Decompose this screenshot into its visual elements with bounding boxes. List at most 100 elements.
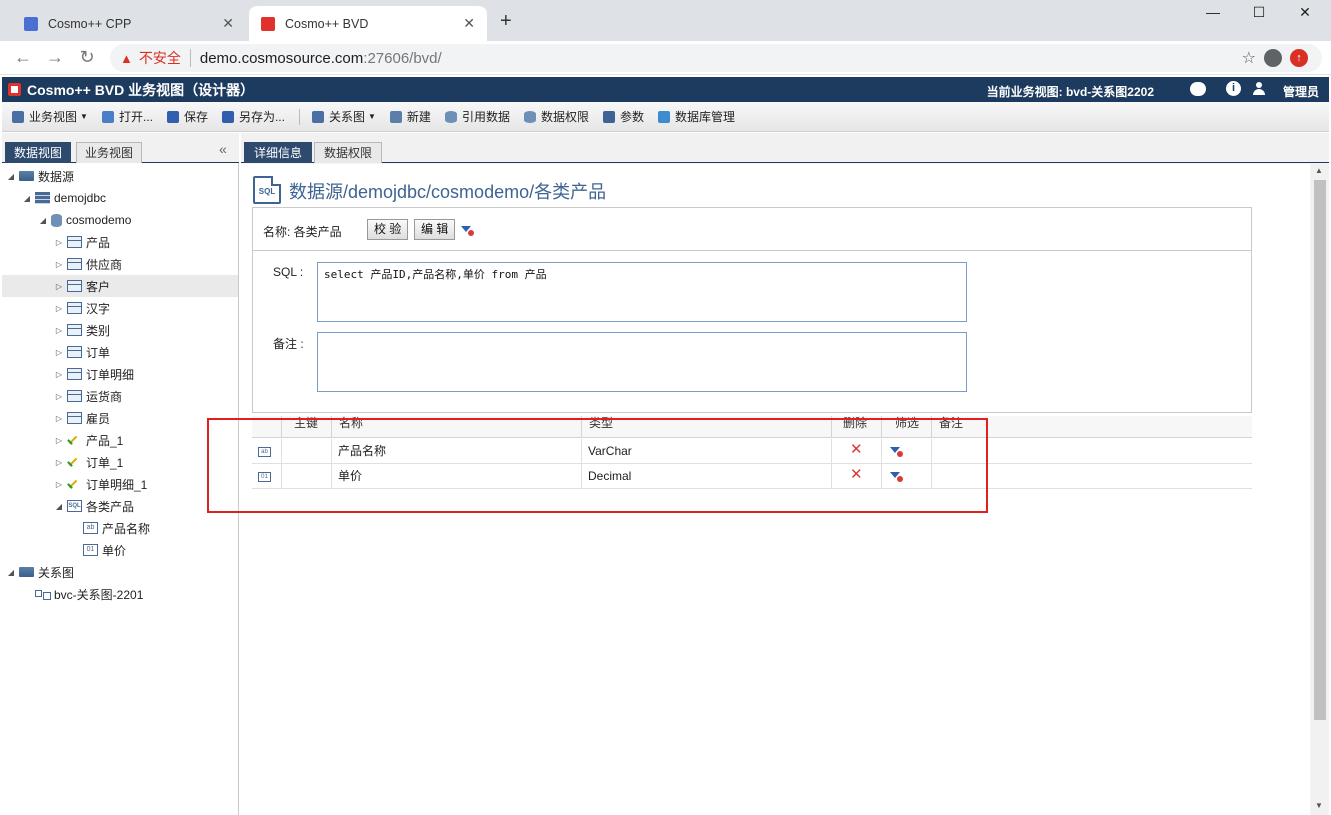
open-button[interactable]: 打开... [101,108,153,125]
info-icon[interactable]: i [1226,81,1241,96]
tree-node-query[interactable]: ▷ 订单_1 [2,451,238,473]
profile-icon[interactable] [1264,49,1282,67]
forward-icon[interactable]: → [44,47,66,68]
filter-icon[interactable] [461,226,474,236]
reload-icon[interactable]: ↻ [76,47,98,68]
tree-node-table[interactable]: ▷ 类别 [2,319,238,341]
not-secure-label[interactable]: 不安全 [139,48,181,68]
collapsed-icon[interactable]: ▷ [54,238,64,247]
collapsed-icon[interactable]: ▷ [54,436,64,445]
tree-node-db[interactable]: ◢ cosmodemo [2,209,238,231]
ref-data-button[interactable]: 引用数据 [444,108,510,125]
name-cell[interactable]: 产品名称 [332,439,582,464]
collapsed-icon[interactable]: ▷ [54,480,64,489]
relation-menu[interactable]: 关系图 ▼ [311,108,376,125]
tree-node-table[interactable]: ▷ 运货商 [2,385,238,407]
message-icon[interactable] [1190,82,1206,96]
save-button[interactable]: 保存 [166,108,208,125]
tree-node-relation-root[interactable]: ◢ 关系图 [2,561,238,583]
browser-tab-cpp[interactable]: Cosmo++ CPP ✕ [12,6,246,41]
collapse-icon[interactable]: « [219,142,227,156]
sql-textarea[interactable]: select 产品ID,产品名称,单价 from 产品 [317,262,967,322]
left-panel: 数据视图 业务视图 « ◢ 数据源 ◢ demojdbc ◢ cosmodemo ▷ 产… [2,133,239,815]
tree-node-field[interactable]: ab 产品名称 [2,517,238,539]
tree-node-table[interactable]: ▷ 汉字 [2,297,238,319]
close-window-icon[interactable]: ✕ [1283,4,1327,24]
update-icon[interactable]: ↑ [1290,49,1308,67]
tree-node-table[interactable]: ▷ 订单 [2,341,238,363]
collapsed-icon[interactable]: ▷ [54,392,64,401]
collapsed-icon[interactable]: ▷ [54,458,64,467]
minimize-icon[interactable]: — [1191,4,1235,24]
type-cell[interactable]: Decimal [582,464,832,489]
scroll-thumb[interactable] [1314,180,1326,720]
bvd-favicon-icon [261,16,275,31]
new-tab-button[interactable]: + [500,10,512,33]
user-icon[interactable] [1253,82,1265,96]
tab-details[interactable]: 详细信息 [244,142,313,163]
expand-icon[interactable]: ◢ [54,502,64,511]
user-name[interactable]: 管理员 [1283,83,1319,100]
business-view-menu[interactable]: 业务视图 ▼ [12,108,88,125]
expand-icon[interactable]: ◢ [22,194,32,203]
save-as-button[interactable]: 另存为... [221,108,285,125]
tree-node-table[interactable]: ▷ 客户 [2,275,238,297]
note-textarea[interactable] [317,332,967,392]
note-cell[interactable] [932,439,1252,464]
name-cell[interactable]: 单价 [332,464,582,489]
scroll-up-icon[interactable]: ▲ [1315,166,1323,175]
filter-icon[interactable] [890,472,903,482]
filter-cell[interactable] [882,464,932,489]
close-icon[interactable]: ✕ [222,15,234,32]
table-row[interactable]: ab 产品名称 VarChar ✕ [252,439,1252,464]
tab-data-view[interactable]: 数据视图 [5,142,72,163]
tree-node-table[interactable]: ▷ 产品 [2,231,238,253]
data-permission-button[interactable]: 数据权限 [523,108,589,125]
tree-node-sql[interactable]: ◢ SQL 各类产品 [2,495,238,517]
tab-data-permission[interactable]: 数据权限 [314,142,383,163]
collapsed-icon[interactable]: ▷ [54,282,64,291]
params-button[interactable]: 参数 [602,108,644,125]
delete-icon[interactable]: ✕ [832,439,882,464]
close-icon[interactable]: ✕ [463,15,475,32]
filter-cell[interactable] [882,439,932,464]
edit-button[interactable]: 编 辑 [414,219,456,240]
table-row[interactable]: 01 单价 Decimal ✕ [252,464,1252,489]
delete-icon[interactable]: ✕ [832,464,882,489]
maximize-icon[interactable]: ☐ [1237,4,1281,24]
pk-cell[interactable] [282,439,332,464]
validate-button[interactable]: 校 验 [367,219,409,240]
tree-node-server[interactable]: ◢ demojdbc [2,187,238,209]
tree-node-table[interactable]: ▷ 供应商 [2,253,238,275]
tree-node-relation[interactable]: bvc-关系图-2201 [2,583,238,605]
note-cell[interactable] [932,464,1252,489]
db-manage-button[interactable]: 数据库管理 [657,108,735,125]
tab-business-view[interactable]: 业务视图 [76,142,143,163]
collapsed-icon[interactable]: ▷ [54,348,64,357]
expand-icon[interactable]: ◢ [6,172,16,181]
collapsed-icon[interactable]: ▷ [54,260,64,269]
url-field[interactable]: ▲ 不安全 demo.cosmosource.com:27606/bvd/ ☆ … [110,44,1322,72]
expand-icon[interactable]: ◢ [38,216,48,225]
collapsed-icon[interactable]: ▷ [54,370,64,379]
type-cell[interactable]: VarChar [582,439,832,464]
tree-node-query[interactable]: ▷ 产品_1 [2,429,238,451]
scroll-down-icon[interactable]: ▼ [1315,801,1323,810]
right-tabs: 详细信息 数据权限 [241,133,1329,163]
collapsed-icon[interactable]: ▷ [54,326,64,335]
tree-node-datasource[interactable]: ◢ 数据源 [2,165,238,187]
pk-cell[interactable] [282,464,332,489]
expand-icon[interactable]: ◢ [6,568,16,577]
tree-node-table[interactable]: ▷ 订单明细 [2,363,238,385]
vertical-scrollbar[interactable]: ▲ ▼ [1311,164,1329,815]
tree-node-field[interactable]: 01 单价 [2,539,238,561]
tree-node-query[interactable]: ▷ 订单明细_1 [2,473,238,495]
collapsed-icon[interactable]: ▷ [54,414,64,423]
new-button[interactable]: 新建 [389,108,431,125]
filter-icon[interactable] [890,447,903,457]
browser-tab-bvd[interactable]: Cosmo++ BVD ✕ [249,6,487,41]
bookmark-star-icon[interactable]: ☆ [1242,48,1256,68]
collapsed-icon[interactable]: ▷ [54,304,64,313]
back-icon[interactable]: ← [12,47,34,68]
tree-node-table[interactable]: ▷ 雇员 [2,407,238,429]
